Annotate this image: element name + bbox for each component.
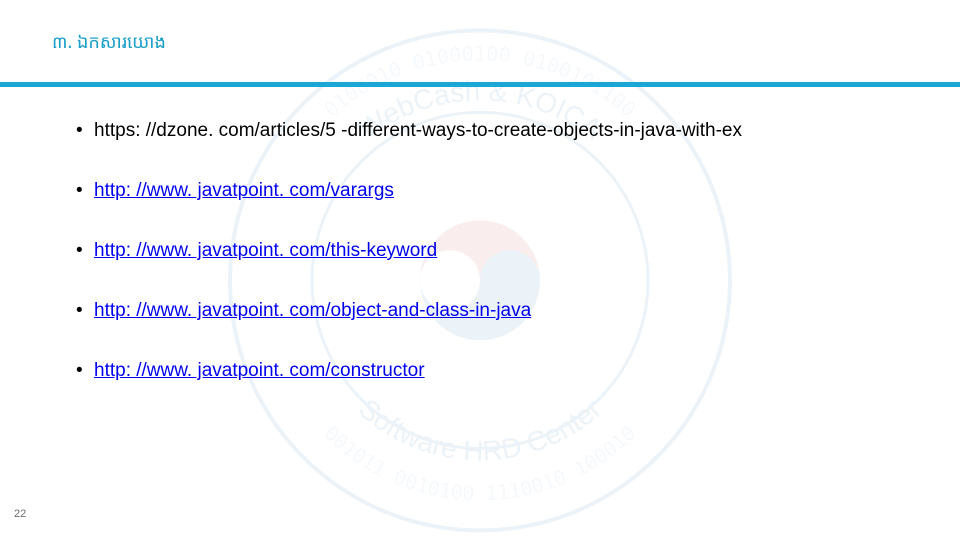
reference-list: • https: //dzone. com/articles/5 -differ…: [76, 120, 906, 420]
page-number: 22: [14, 508, 26, 520]
divider-line: [0, 82, 960, 87]
bullet-icon: •: [76, 120, 94, 142]
bullet-icon: •: [76, 180, 94, 202]
bullet-icon: •: [76, 360, 94, 382]
list-item: • https: //dzone. com/articles/5 -differ…: [76, 120, 906, 142]
list-item: • http: //www. javatpoint. com/object-an…: [76, 300, 906, 322]
section-heading: ៣. ឯកសារយោង: [52, 30, 166, 54]
reference-text: https: //dzone. com/articles/5 -differen…: [94, 120, 742, 142]
list-item: • http: //www. javatpoint. com/construct…: [76, 360, 906, 382]
svg-text:001011 0010100 1110010 100010: 001011 0010100 1110010 100010: [320, 421, 641, 505]
bullet-icon: •: [76, 240, 94, 262]
list-item: • http: //www. javatpoint. com/varargs: [76, 180, 906, 202]
reference-link[interactable]: http: //www. javatpoint. com/object-and-…: [94, 300, 531, 322]
reference-link[interactable]: http: //www. javatpoint. com/varargs: [94, 180, 394, 202]
reference-link[interactable]: http: //www. javatpoint. com/this-keywor…: [94, 240, 437, 262]
reference-link[interactable]: http: //www. javatpoint. com/constructor: [94, 360, 425, 382]
list-item: • http: //www. javatpoint. com/this-keyw…: [76, 240, 906, 262]
bullet-icon: •: [76, 300, 94, 322]
